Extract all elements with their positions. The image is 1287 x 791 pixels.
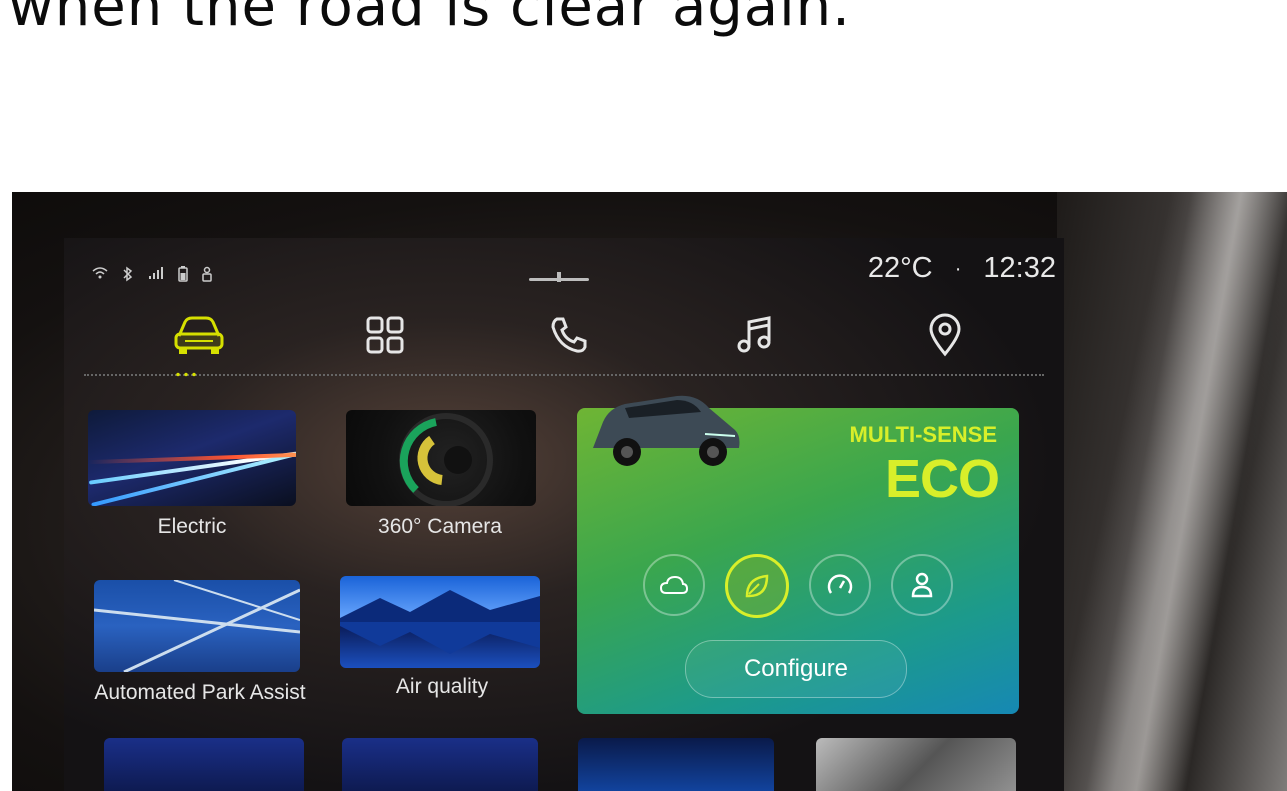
phone-icon (551, 317, 587, 353)
camera-label: 360° Camera (378, 515, 502, 538)
nav-music[interactable] (720, 310, 790, 360)
mountain-lake-icon (340, 590, 540, 654)
configure-button[interactable]: Configure (685, 640, 907, 698)
current-mode: ECO (884, 449, 1000, 509)
air-quality-label: Air quality (395, 675, 489, 698)
tile-row4-2[interactable] (342, 738, 538, 791)
user-status-icon (202, 266, 212, 286)
air-quality-tile-image[interactable] (340, 576, 540, 668)
clock-separator: · (954, 257, 962, 280)
nav-vehicle[interactable] (164, 310, 234, 360)
electric-label: Electric (157, 515, 227, 538)
mode-perso-button[interactable] (891, 554, 953, 616)
mode-comfort-button[interactable] (643, 554, 705, 616)
user-icon (911, 572, 933, 598)
car-image (593, 395, 740, 466)
wifi-icon (92, 266, 108, 286)
nav-navigation[interactable] (910, 310, 980, 360)
article-headline: when the road is clear again. (8, 0, 851, 39)
park-tile-image[interactable] (94, 580, 300, 672)
signal-icon (148, 266, 164, 286)
cloud-icon (659, 575, 689, 594)
tile-row4-1[interactable] (104, 738, 304, 791)
park-label: Automated Park Assist (94, 681, 306, 704)
nav-apps[interactable] (350, 310, 420, 360)
nav-divider (84, 374, 1044, 376)
leaf-icon (745, 574, 769, 598)
bluetooth-icon (122, 266, 134, 286)
temperature: 22°C (867, 252, 933, 284)
car-icon (174, 316, 224, 354)
card-title: MULTI-SENSE (849, 422, 997, 447)
nav-active-indicator (174, 372, 200, 377)
music-note-icon (737, 316, 771, 353)
multi-sense-card[interactable]: MULTI-SENSE ECO Configure (577, 395, 1019, 714)
time: 12:32 (983, 252, 1056, 284)
parking-lines-icon (94, 580, 300, 672)
nav-phone[interactable] (534, 310, 604, 360)
status-icons (92, 266, 212, 286)
apps-grid-icon (366, 316, 404, 354)
drag-handle[interactable] (529, 272, 589, 282)
tile-row4-4[interactable] (816, 738, 1016, 791)
electric-tile-image[interactable] (88, 410, 296, 506)
speedometer-icon (827, 574, 853, 594)
infotainment-screen: 22°C · 12:32 Electric 360° Camera Automa… (64, 238, 1064, 791)
camera-gauge-icon (399, 413, 493, 506)
tile-row4-3[interactable] (578, 738, 774, 791)
mode-eco-button[interactable] (725, 554, 789, 618)
camera-tile-image[interactable] (346, 410, 536, 506)
battery-icon (178, 266, 188, 286)
mode-sport-button[interactable] (809, 554, 871, 616)
mode-selector (643, 554, 953, 618)
top-nav (124, 310, 1024, 360)
location-pin-icon (929, 313, 961, 357)
status-clock: 22°C · 12:32 (868, 252, 1056, 285)
dashboard-photo: 22°C · 12:32 Electric 360° Camera Automa… (12, 192, 1287, 791)
